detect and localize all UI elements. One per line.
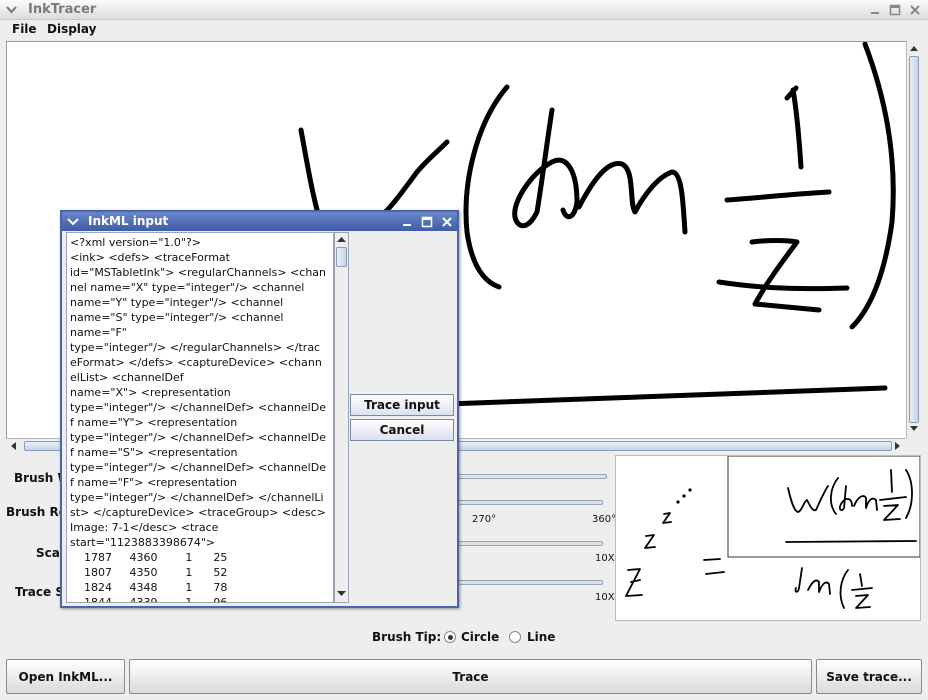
brush-width-slider[interactable] [455, 474, 607, 479]
inkml-text-line: 1787 4360 1 25 [70, 551, 228, 564]
inkml-text-line: f name="Y"> <representation [70, 416, 238, 429]
brush-tip-circle-label[interactable]: Circle [461, 630, 499, 644]
dialog-scroll-down-icon[interactable] [336, 590, 347, 599]
inkml-text-line: <?xml version="1.0"?> [70, 236, 202, 249]
dialog-maximize-icon[interactable] [420, 215, 434, 229]
inkml-text-line: id="MSTabletInk"> <regularChannels> <cha… [70, 266, 326, 279]
inkml-text-line: nel name="X" type="integer"/> <channel [70, 281, 305, 294]
minimize-icon[interactable] [868, 3, 882, 17]
dialog-title: InkML input [88, 214, 169, 228]
cancel-button[interactable]: Cancel [350, 419, 454, 441]
inkml-text-line: elList> <channelDef [70, 371, 184, 384]
maximize-icon[interactable] [888, 3, 902, 17]
preview-handwriting-image [625, 456, 920, 609]
menu-file[interactable]: File [12, 22, 37, 36]
inkml-text-line: name="Y" type="integer"/> <channel [70, 296, 284, 309]
window-titlebar: InkTracer [0, 0, 928, 20]
canvas-vscroll-thumb[interactable] [909, 56, 919, 423]
inkml-text-line: 1844 4339 1 96 [70, 596, 228, 603]
inkml-text-line: 1807 4350 1 52 [70, 566, 228, 579]
brush-rotation-slider[interactable] [455, 500, 603, 505]
inkml-text-line: 1824 4348 1 78 [70, 581, 228, 594]
inkml-text-line: f name="F"> <representation [70, 476, 237, 489]
brush-tip-label: Brush Tip: [372, 630, 442, 644]
inkml-text-line: type="integer"/> </channelDef> <channelD… [70, 461, 326, 474]
brush-tip-circle-radio[interactable] [444, 631, 456, 643]
inkml-text-line: type="integer"/> </channelDef> </channel… [70, 491, 324, 504]
inktracer-window: InkTracer File Display Brush W Brush Ro … [0, 0, 928, 700]
dialog-vertical-scrollbar[interactable] [334, 232, 349, 603]
close-icon[interactable] [908, 3, 922, 17]
inkml-text-area[interactable]: <?xml version="1.0"?> <ink> <defs> <trace… [66, 232, 334, 603]
inkml-input-dialog: InkML input <?xml version="1.0"?> <ink> <… [60, 210, 459, 608]
open-inkml-button[interactable]: Open InkML... [6, 659, 125, 694]
rotation-tick-270: 270° [472, 514, 497, 525]
inkml-text-line: type="integer"/> </channelDef> <channelD… [70, 431, 326, 444]
scroll-up-icon[interactable] [909, 44, 919, 52]
trace-input-button[interactable]: Trace input [350, 394, 454, 416]
trace-speed-slider[interactable] [455, 580, 603, 585]
trace-button[interactable]: Trace [129, 659, 812, 694]
scroll-right-icon[interactable] [894, 441, 902, 451]
dialog-close-icon[interactable] [440, 215, 454, 229]
scroll-left-icon[interactable] [9, 441, 17, 451]
dialog-scroll-thumb[interactable] [336, 247, 347, 267]
dialog-minimize-icon[interactable] [400, 215, 414, 229]
inkml-text-line: Image: 7-1</desc> <trace [70, 521, 219, 534]
brush-rotation-label: Brush Ro [6, 505, 67, 519]
trace-speed-label: Trace S [15, 585, 64, 599]
ink-preview-panel [615, 455, 921, 621]
rotation-tick-360: 360° [592, 514, 617, 525]
inkml-text-line: f name="S"> <representation [70, 446, 238, 459]
inkml-text-line: name="X"> <representation [70, 386, 231, 399]
inkml-text-line: name="S" type="integer"/> <channel [70, 311, 284, 324]
dialog-scroll-up-icon[interactable] [336, 235, 347, 244]
inkml-text-line: st> </captureDevice> <traceGroup> <desc> [70, 506, 326, 519]
inkml-text-line: type="integer"/> </regularChannels> </tr… [70, 341, 321, 354]
inkml-text-line: <ink> <defs> <traceFormat [70, 251, 230, 264]
save-trace-button[interactable]: Save trace... [816, 659, 922, 694]
menu-bar: File Display [0, 20, 928, 40]
window-title: InkTracer [28, 2, 97, 17]
inkml-text-line: start="1123883398674"> [70, 536, 216, 549]
dialog-titlebar[interactable]: InkML input [62, 212, 457, 231]
menu-display[interactable]: Display [47, 22, 96, 36]
trace-speed-max-label: 10X [595, 592, 615, 603]
scroll-down-icon[interactable] [909, 425, 919, 433]
inkml-text-line: eFormat> </defs> <captureDevice> <chann [70, 356, 322, 369]
brush-tip-line-radio[interactable] [509, 631, 521, 643]
scale-max-label: 10X [595, 553, 615, 564]
scale-slider[interactable] [455, 541, 603, 546]
brush-tip-line-label[interactable]: Line [527, 630, 555, 644]
canvas-vertical-scrollbar[interactable] [906, 41, 921, 438]
dialog-menu-icon[interactable] [66, 215, 80, 228]
inkml-text-line: type="integer"/> </channelDef> <channelD… [70, 401, 326, 414]
inkml-text-line: name="F" [70, 326, 127, 339]
window-menu-icon[interactable] [5, 3, 18, 16]
